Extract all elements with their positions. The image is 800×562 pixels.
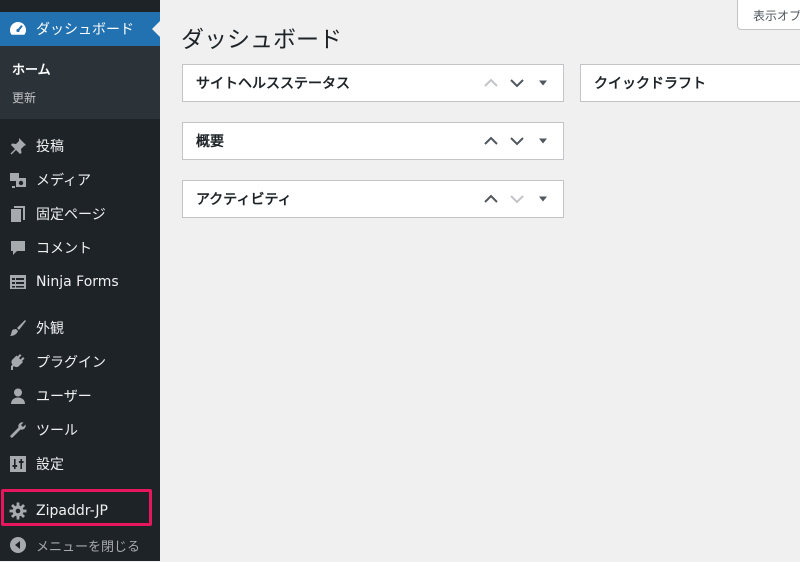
widget-quick-draft: クイックドラフト bbox=[580, 64, 800, 102]
sidebar-item-label: ツール bbox=[36, 423, 78, 439]
wrench-icon bbox=[0, 420, 36, 440]
sidebar-item-dashboard[interactable]: ダッシュボード bbox=[0, 12, 160, 46]
widget-title: アクティビティ bbox=[196, 192, 292, 208]
caret-down-icon bbox=[539, 196, 547, 202]
submenu-item-updates[interactable]: 更新 bbox=[12, 89, 36, 106]
pin-icon bbox=[0, 136, 36, 156]
highlight-box bbox=[1, 489, 152, 526]
sidebar-item-label: プラグイン bbox=[36, 355, 106, 371]
sidebar-item-tools[interactable]: ツール bbox=[0, 413, 160, 447]
sidebar-item-media[interactable]: メディア bbox=[0, 163, 160, 197]
chevron-up-icon bbox=[484, 78, 498, 87]
collapse-menu-button[interactable]: メニューを閉じる bbox=[0, 528, 160, 562]
comment-icon bbox=[0, 238, 36, 258]
current-menu-arrow bbox=[152, 21, 160, 37]
brush-icon bbox=[0, 318, 36, 338]
sidebar-item-appearance[interactable]: 外観 bbox=[0, 311, 160, 345]
user-icon bbox=[0, 386, 36, 406]
dashboard-submenu: ホーム 更新 bbox=[0, 46, 160, 119]
screen-options-button[interactable]: 表示オプション bbox=[737, 0, 800, 30]
page-title: ダッシュボード bbox=[181, 27, 342, 53]
chevron-up-icon bbox=[484, 136, 498, 145]
widget-title: サイトヘルスステータス bbox=[196, 76, 350, 92]
chevron-up-icon bbox=[484, 194, 498, 203]
widget-title: 概要 bbox=[196, 134, 224, 150]
move-up-button[interactable] bbox=[481, 189, 501, 209]
toggle-panel-button[interactable] bbox=[533, 73, 553, 93]
sidebar-item-plugins[interactable]: プラグイン bbox=[0, 345, 160, 379]
pages-icon bbox=[0, 204, 36, 224]
toggle-panel-button[interactable] bbox=[533, 131, 553, 151]
sliders-icon bbox=[0, 454, 36, 474]
widget-overview: 概要 bbox=[182, 122, 564, 160]
collapse-arrow-icon bbox=[0, 536, 36, 554]
sidebar-item-settings[interactable]: 設定 bbox=[0, 447, 160, 481]
plug-icon bbox=[0, 352, 36, 372]
sidebar-item-label: 設定 bbox=[36, 457, 64, 473]
sidebar-item-label: ダッシュボード bbox=[36, 22, 134, 38]
widget-activity: アクティビティ bbox=[182, 180, 564, 218]
sidebar-item-posts[interactable]: 投稿 bbox=[0, 129, 160, 163]
sidebar-item-comments[interactable]: コメント bbox=[0, 231, 160, 265]
chevron-down-icon bbox=[510, 195, 524, 204]
sidebar-item-label: ユーザー bbox=[36, 389, 92, 405]
sidebar-item-label: Ninja Forms bbox=[36, 274, 119, 290]
move-down-button[interactable] bbox=[507, 131, 527, 151]
widget-site-health: サイトヘルスステータス bbox=[182, 64, 564, 102]
widget-title: クイックドラフト bbox=[594, 76, 706, 92]
move-up-button[interactable] bbox=[481, 73, 501, 93]
move-up-button[interactable] bbox=[481, 131, 501, 151]
caret-down-icon bbox=[539, 138, 547, 144]
sidebar-item-ninja-forms[interactable]: Ninja Forms bbox=[0, 265, 160, 299]
forms-icon bbox=[0, 272, 36, 292]
chevron-down-icon bbox=[510, 137, 524, 146]
chevron-down-icon bbox=[510, 79, 524, 88]
move-down-button[interactable] bbox=[507, 189, 527, 209]
move-down-button[interactable] bbox=[507, 73, 527, 93]
submenu-item-home[interactable]: ホーム bbox=[12, 59, 51, 78]
media-icon bbox=[0, 170, 36, 190]
admin-sidebar: ダッシュボード ホーム 更新 投稿 メディア 固定ページ コメント Ninja bbox=[0, 0, 160, 561]
sidebar-item-label: メディア bbox=[36, 173, 92, 189]
sidebar-item-label: 固定ページ bbox=[36, 207, 106, 223]
sidebar-item-label: メニューを閉じる bbox=[36, 539, 141, 555]
caret-down-icon bbox=[539, 80, 547, 86]
sidebar-item-users[interactable]: ユーザー bbox=[0, 379, 160, 413]
sidebar-item-label: 投稿 bbox=[36, 139, 64, 155]
sidebar-item-label: 外観 bbox=[36, 321, 64, 337]
sidebar-item-pages[interactable]: 固定ページ bbox=[0, 197, 160, 231]
sidebar-item-label: コメント bbox=[36, 241, 92, 257]
dashboard-icon bbox=[0, 19, 36, 39]
toggle-panel-button[interactable] bbox=[533, 189, 553, 209]
